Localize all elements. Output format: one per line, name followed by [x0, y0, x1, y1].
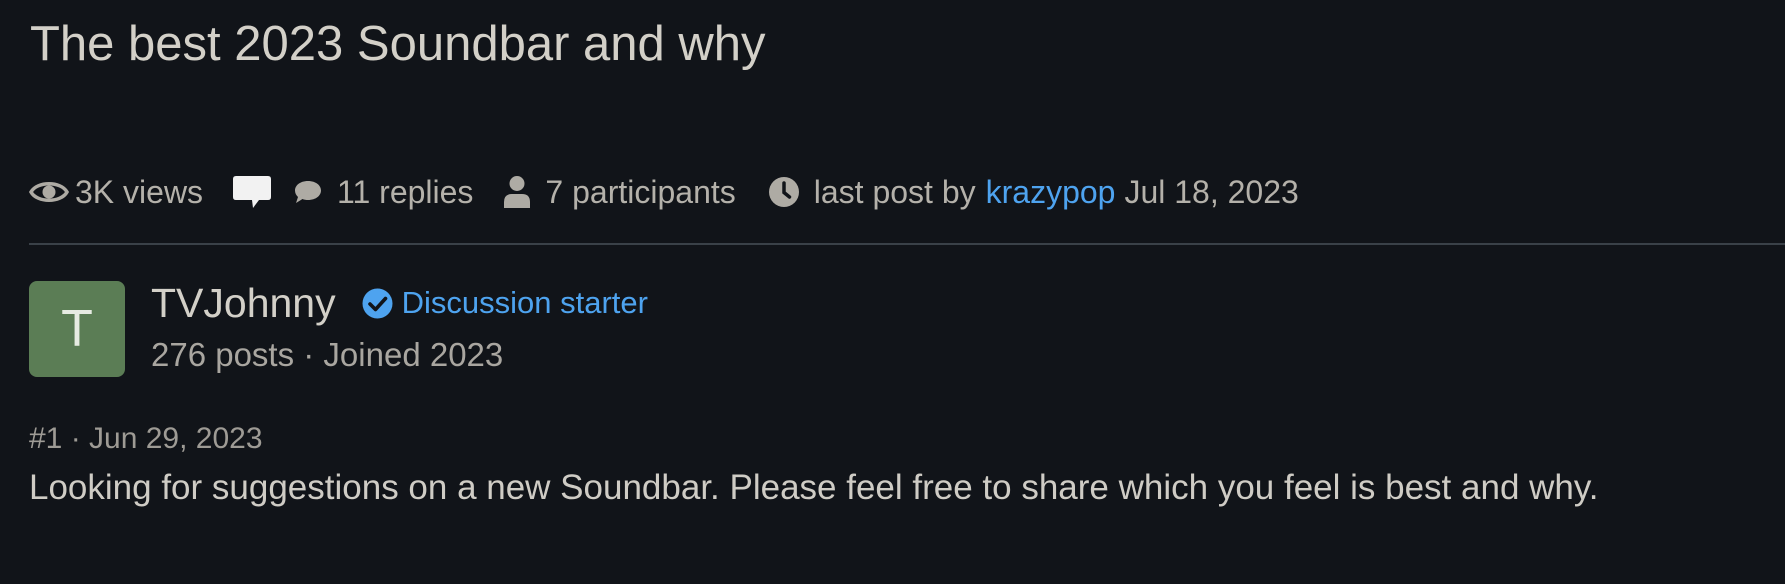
thread-meta-bar: 3K views 11 replies 7 participants last …	[29, 166, 1299, 218]
participants-count: 7 participants	[545, 173, 736, 210]
views-count: 3K views	[75, 173, 204, 210]
post-author-block: T TVJohnny Discussion starter 276 posts …	[29, 280, 929, 380]
avatar[interactable]: T	[29, 281, 125, 377]
last-post-prefix: last post by	[813, 173, 976, 210]
verified-check-icon	[362, 288, 393, 319]
clock-icon	[768, 176, 800, 208]
discussion-starter-label: Discussion starter	[401, 285, 648, 320]
eye-icon	[29, 178, 69, 206]
person-icon	[503, 175, 531, 209]
participants-stat: 7 participants	[503, 173, 736, 211]
chat-icon	[293, 178, 323, 206]
username-link[interactable]: TVJohnny	[151, 280, 336, 327]
views-stat: 3K views	[29, 174, 203, 211]
discussion-starter-badge: Discussion starter	[362, 285, 648, 321]
speech-bubble-icon[interactable]	[231, 173, 273, 211]
last-post-user-link[interactable]: krazypop	[986, 174, 1116, 211]
replies-count: 11 replies	[337, 173, 474, 210]
last-post-stat: last post by krazypop Jul 18, 2023	[768, 174, 1299, 211]
author-line: TVJohnny Discussion starter	[151, 277, 648, 329]
post-permalink[interactable]: #1 · Jun 29, 2023	[29, 422, 263, 456]
page: The best 2023 Soundbar and why 3K views	[0, 0, 1785, 584]
last-post-date: Jul 18, 2023	[1124, 173, 1299, 210]
thread-title: The best 2023 Soundbar and why	[30, 17, 766, 71]
author-stats: 276 posts · Joined 2023	[151, 336, 504, 373]
divider	[29, 243, 1785, 245]
replies-stat: 11 replies	[293, 174, 473, 211]
post-body: Looking for suggestions on a new Soundba…	[29, 468, 1599, 507]
